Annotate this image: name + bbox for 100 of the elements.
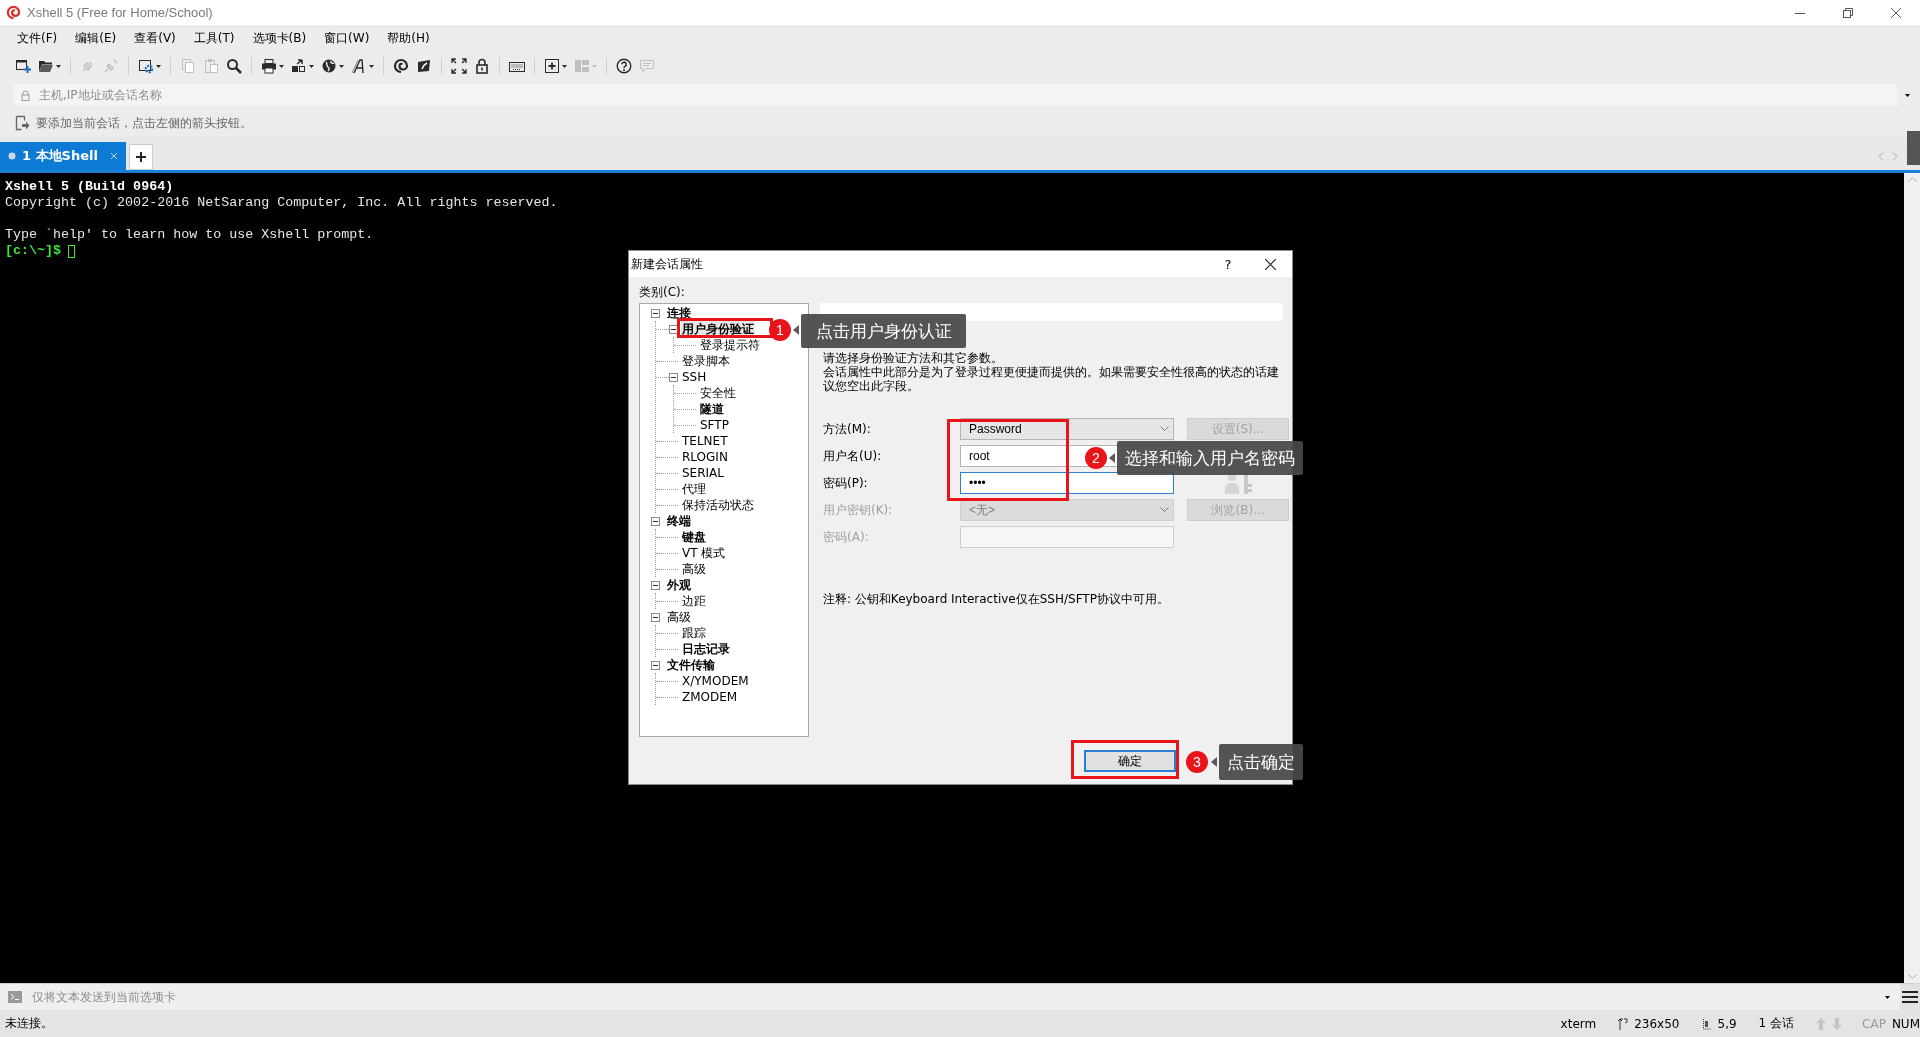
tree-item[interactable]: 跟踪 bbox=[681, 625, 707, 641]
tree-item[interactable]: 隧道 bbox=[699, 401, 725, 417]
chevron-icon bbox=[1160, 426, 1169, 432]
new-window-icon bbox=[15, 58, 31, 74]
status-message: 未连接。 bbox=[5, 1015, 53, 1032]
field-label: 用户密钥(K): bbox=[823, 502, 894, 519]
menu-item[interactable]: 窗口(W) bbox=[315, 28, 379, 48]
fullscreen-icon bbox=[451, 58, 467, 74]
tree-item[interactable]: 登录脚本 bbox=[681, 353, 731, 369]
dialog-title: 新建会话属性 bbox=[631, 255, 703, 273]
tree-item[interactable]: SFTP bbox=[699, 417, 730, 433]
collapse-icon[interactable] bbox=[651, 516, 660, 526]
resize-icon bbox=[1618, 1017, 1629, 1030]
cursor-position: 5,9 bbox=[1717, 1016, 1737, 1031]
tree-item[interactable]: 边距 bbox=[681, 593, 707, 609]
close-icon bbox=[1264, 258, 1276, 270]
session-tab[interactable]: 1 本地Shell bbox=[0, 142, 126, 170]
gear-icon bbox=[138, 58, 154, 74]
tree-item[interactable]: 代理 bbox=[681, 481, 707, 497]
tree-item[interactable]: TELNET bbox=[681, 433, 729, 449]
pointer-icon bbox=[793, 325, 799, 335]
swirl-icon bbox=[393, 58, 409, 74]
search-icon bbox=[226, 58, 242, 74]
menu-item[interactable]: 工具(T) bbox=[184, 28, 244, 48]
tree-item[interactable]: RLOGIN bbox=[681, 449, 729, 465]
lock-icon bbox=[20, 89, 31, 101]
text-cursor bbox=[68, 244, 76, 258]
session-count: 1 会话 bbox=[1758, 1015, 1795, 1032]
plus-icon bbox=[135, 152, 146, 162]
scroll-handle[interactable] bbox=[1907, 131, 1920, 165]
field-label: 方法(M): bbox=[823, 421, 872, 438]
dropdown-icon bbox=[1885, 995, 1890, 999]
folder-icon bbox=[38, 58, 54, 74]
caret-icon bbox=[279, 64, 284, 68]
caret-icon bbox=[562, 64, 567, 68]
help-button[interactable]: ? bbox=[1208, 256, 1248, 272]
terminal-line: Copyright (c) 2002-2016 NetSarang Computer, Inc. All rights reserved. bbox=[5, 195, 559, 211]
close-icon[interactable] bbox=[109, 152, 118, 160]
arrow-icon bbox=[14, 115, 30, 131]
collapse-icon[interactable] bbox=[669, 372, 678, 382]
collapse-icon[interactable] bbox=[651, 660, 660, 670]
cursor-position-icon bbox=[1701, 1017, 1712, 1030]
tree-item[interactable]: 文件传输 bbox=[666, 657, 716, 673]
ok-button[interactable]: 确定 bbox=[1084, 750, 1176, 772]
chevron-icon bbox=[1160, 507, 1169, 513]
dropdown-icon bbox=[1905, 93, 1910, 97]
tree-item[interactable]: 终端 bbox=[666, 513, 692, 529]
close-icon bbox=[1891, 7, 1901, 18]
menu-button[interactable] bbox=[1900, 983, 1920, 1011]
address-field[interactable]: 主机,IP地址或会话名称 bbox=[14, 84, 1897, 106]
caret-icon bbox=[339, 64, 344, 68]
tree-item[interactable]: 登录提示符 bbox=[699, 337, 761, 353]
tree-item[interactable]: 外观 bbox=[666, 577, 692, 593]
dropdown-field[interactable]: Password bbox=[960, 418, 1174, 440]
collapse-icon[interactable] bbox=[651, 612, 660, 622]
caret-icon bbox=[309, 64, 314, 68]
clipboard-icon bbox=[203, 58, 219, 74]
tree-item[interactable]: 高级 bbox=[666, 609, 692, 625]
menu-icon bbox=[1902, 990, 1918, 1004]
tree-item[interactable]: 高级 bbox=[681, 561, 707, 577]
terminal-line: Xshell 5 (Build 0964) bbox=[5, 179, 175, 195]
tree-item[interactable]: ZMODEM bbox=[681, 689, 739, 705]
tree-item[interactable]: 日志记录 bbox=[681, 641, 731, 657]
menu-item[interactable]: 查看(V) bbox=[125, 28, 185, 48]
menu-item[interactable]: 文件(F) bbox=[8, 28, 67, 48]
tree-item[interactable]: X/YMODEM bbox=[681, 673, 750, 689]
collapse-icon[interactable] bbox=[651, 308, 660, 318]
menu-item[interactable]: 帮助(H) bbox=[378, 28, 439, 48]
category-label: 类别(C): bbox=[639, 284, 686, 301]
printer-icon bbox=[261, 58, 277, 74]
tree-item[interactable]: 安全性 bbox=[699, 385, 737, 401]
field-label: 用户名(U): bbox=[823, 448, 883, 465]
callout-label: 点击用户身份认证 bbox=[801, 314, 966, 348]
pen-icon bbox=[351, 58, 367, 74]
pointer-icon bbox=[1109, 453, 1115, 463]
tree-item[interactable]: 键盘 bbox=[681, 529, 707, 545]
add-tab-button[interactable] bbox=[128, 144, 153, 170]
send-field[interactable]: 仅将文本发送到当前选项卡 bbox=[32, 990, 1875, 1004]
terminal-icon bbox=[8, 991, 22, 1003]
plug-icon bbox=[103, 58, 119, 74]
menu-item[interactable]: 选项卡(B) bbox=[243, 28, 316, 48]
collapse-icon[interactable] bbox=[651, 580, 660, 590]
tree-item[interactable]: 保持活动状态 bbox=[681, 497, 755, 513]
collapse-icon[interactable] bbox=[669, 324, 678, 334]
copy-icon bbox=[180, 58, 196, 74]
callout-label: 选择和输入用户名密码 bbox=[1117, 441, 1303, 475]
caret-icon bbox=[156, 64, 161, 68]
pointer-icon bbox=[1211, 757, 1217, 767]
terminal-size: 236x50 bbox=[1634, 1016, 1680, 1031]
key-indicator: NUM bbox=[1891, 1016, 1920, 1031]
field-label: 密码(A): bbox=[823, 529, 870, 546]
menu-item[interactable]: 编辑(E) bbox=[66, 28, 126, 48]
caret-icon bbox=[369, 64, 374, 68]
leaf-icon bbox=[416, 58, 432, 74]
password-field[interactable]: •••• bbox=[960, 472, 1174, 494]
note-text: 注释: 公钥和Keyboard Interactive仅在SSH/SFTP协议中可用。 bbox=[822, 591, 1170, 608]
tree-item[interactable]: VT 模式 bbox=[681, 545, 727, 561]
tree-item[interactable]: SERIAL bbox=[681, 465, 725, 481]
tree-item[interactable]: SSH bbox=[681, 369, 708, 385]
terminal-prompt: [c:\~]$ bbox=[5, 243, 62, 259]
